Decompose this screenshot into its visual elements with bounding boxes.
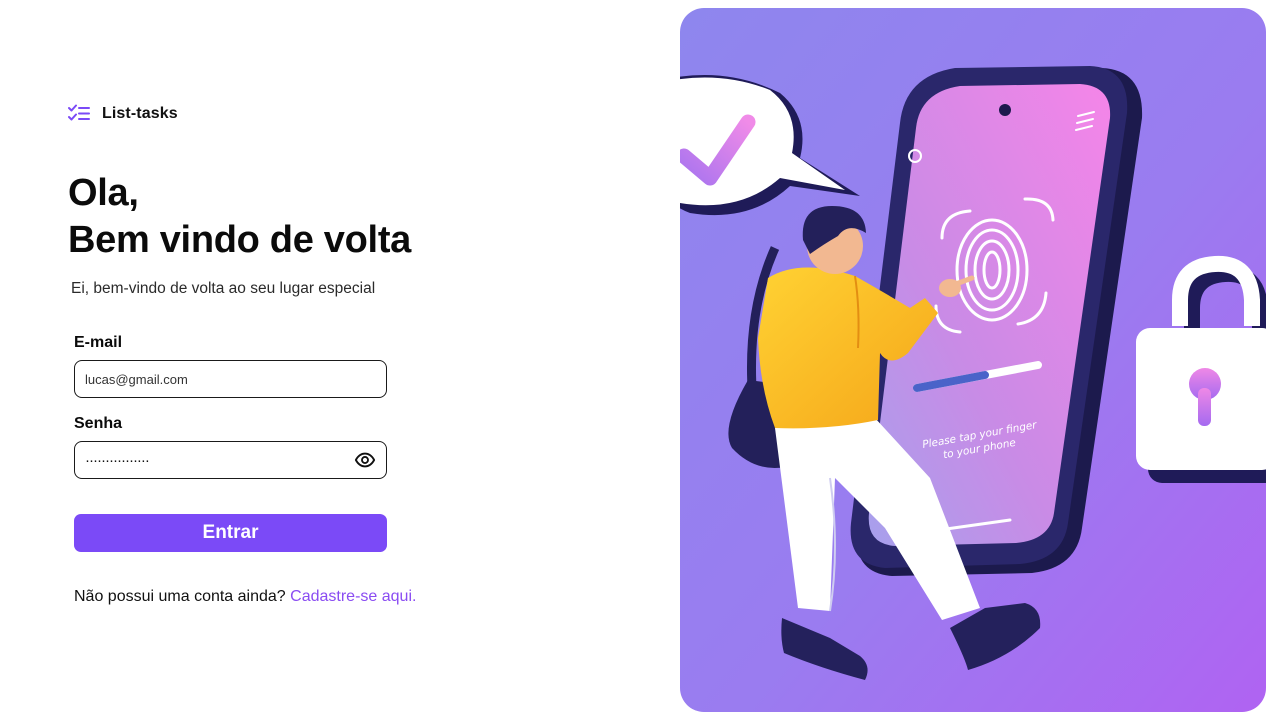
eye-icon[interactable] <box>354 449 376 471</box>
page-title: Ola, Bem vindo de volta <box>68 170 411 264</box>
greeting-line-2: Bem vindo de volta <box>68 219 412 261</box>
email-field-wrapper[interactable] <box>74 360 387 398</box>
greeting-line-1: Ola, <box>68 172 139 214</box>
checklist-icon <box>68 104 90 121</box>
page-subtitle: Ei, bem-vindo de volta ao seu lugar espe… <box>71 280 376 297</box>
password-label: Senha <box>74 415 123 432</box>
login-button[interactable]: Entrar <box>74 514 387 552</box>
password-field[interactable] <box>85 451 354 469</box>
email-field[interactable] <box>85 371 376 387</box>
email-label: E-mail <box>74 334 123 351</box>
brand: List-tasks <box>68 104 178 124</box>
signup-link[interactable]: Cadastre-se aqui. <box>290 588 416 605</box>
login-panel: List-tasks Ola, Bem vindo de volta Ei, b… <box>0 0 680 720</box>
signup-prompt: Não possui uma conta ainda? Cadastre-se … <box>74 588 416 606</box>
fingerprint-login-illustration: Please tap your finger to your phone <box>680 8 1266 712</box>
hero-illustration: Please tap your finger to your phone <box>680 8 1266 712</box>
signup-text: Não possui uma conta ainda? <box>74 588 286 605</box>
password-field-wrapper[interactable] <box>74 441 387 479</box>
brand-name: List-tasks <box>102 105 178 122</box>
